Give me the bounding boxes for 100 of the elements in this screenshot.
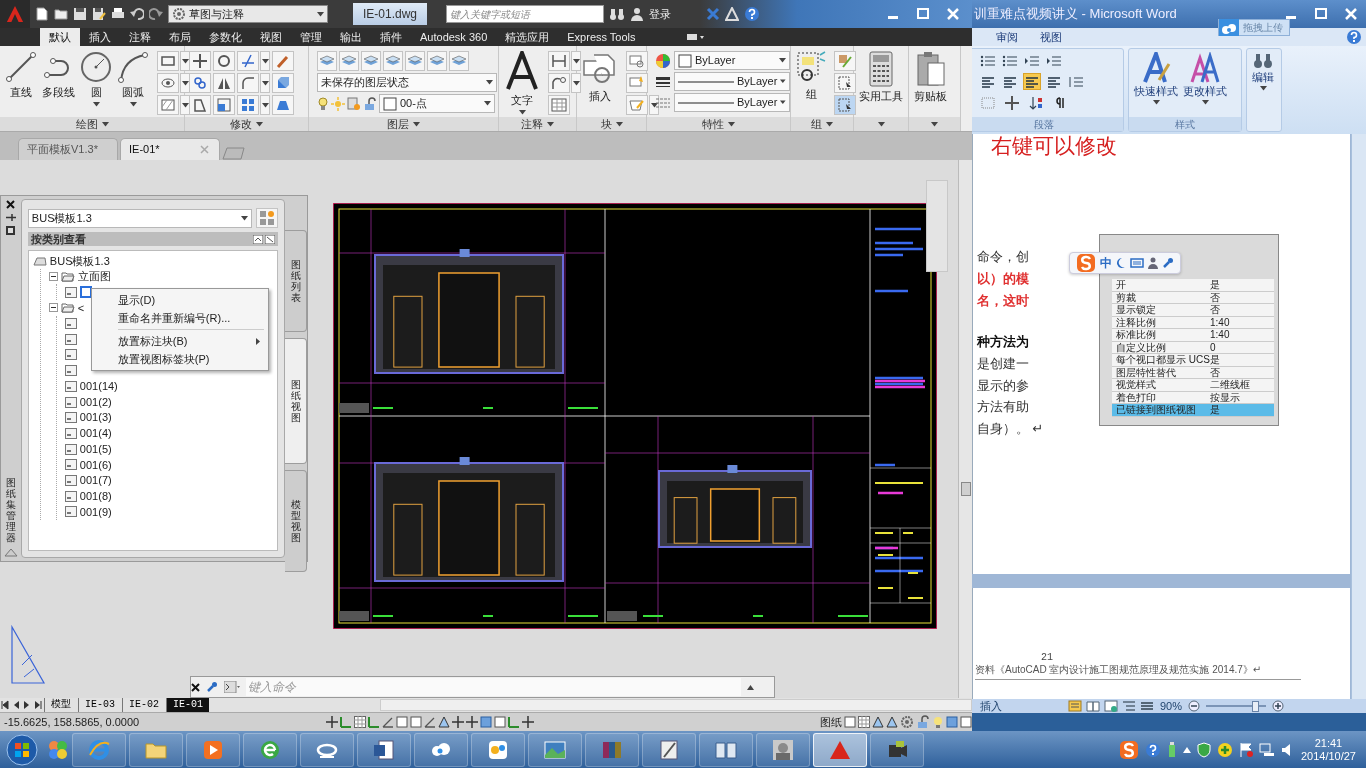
ribbon-tab[interactable]: 视图 [251,28,291,46]
ribbon-tool-button[interactable]: 圆弧 [116,51,150,107]
input-mode[interactable]: 中 [1100,254,1112,272]
layer-state-dropdown[interactable]: 未保存的图层状态 [317,73,497,92]
palette-tab[interactable]: 模型视图 [285,470,307,572]
property-dropdown[interactable]: ByLayer [674,93,790,112]
menu-item[interactable]: 放置视图标签块(P) [91,350,268,368]
space-toggle[interactable]: 图纸 [820,713,842,731]
menu-item[interactable]: 放置标注块(B) [91,332,268,350]
insert-mode[interactable]: 插入 [980,697,1002,713]
text-line: 以）的模 [977,270,1029,288]
ribbon-tool-button[interactable]: 更改样式 [1182,52,1228,114]
tree-item[interactable]: 001(2) [79,393,112,411]
menu-item[interactable]: 重命名并重新编号(R)... [91,309,268,327]
tree-item[interactable]: BUS模板1.3 [49,252,110,270]
text-line: 命令，创 [977,248,1029,266]
panel-title: 注释 [521,116,543,132]
palette-tab[interactable]: 图纸视图 [285,338,307,464]
property-value: 按显示 [1210,391,1240,403]
tree-item[interactable]: 001(9) [79,503,112,521]
panel-title: 组 [811,116,822,132]
layout-tab[interactable]: IE-01 [166,698,210,712]
tree-item[interactable]: 001(7) [79,472,112,489]
text-line: 显示的参 [977,377,1029,395]
zoom-level: 90% [1160,698,1183,713]
property-value: 否 [1210,304,1220,316]
ribbon-tool-button[interactable]: 直线 [4,51,38,101]
ribbon-tab[interactable]: 输出 [331,28,371,46]
ribbon-tab[interactable]: 精选应用 [496,28,559,46]
palette-title: 图纸集管理器 [5,477,16,543]
property-name: 剪裁 [1115,291,1137,303]
workspace-dropdown[interactable]: 草图与注释 [168,5,328,23]
sign-in-link[interactable]: 登录 [649,5,672,23]
ribbon-tab[interactable]: Autodesk 360 [411,28,497,46]
tree-item[interactable]: 001(6) [79,456,112,474]
property-name: 视觉样式 [1115,379,1157,391]
ribbon-tool-button[interactable]: 插入 [581,51,619,105]
ribbon-tab[interactable]: 布局 [160,28,200,46]
ribbon-tool-button[interactable]: 剪贴板 [913,51,948,105]
text-line: 种方法为 [977,333,1029,351]
text-line: 自身）。 ↵ [977,420,1044,438]
tree-item[interactable]: 立面图 [77,268,111,285]
search-field[interactable]: 键入关键字或短语 [446,5,605,23]
palette-tab[interactable]: 图纸列表 [285,230,307,332]
tree-item[interactable]: 001(8) [79,487,112,505]
property-value: 是 [1210,354,1220,366]
group-label: 段落 [972,117,1123,131]
ribbon-tool-button[interactable]: 实用工具 [858,51,904,105]
window-title: 训重难点视频讲义 - Microsoft Word [974,5,1177,24]
ribbon-tab[interactable]: 管理 [291,28,331,46]
ribbon-tab[interactable]: 插件 [371,28,411,46]
tree-item[interactable]: 001(3) [79,409,112,426]
property-name: 图层特性替代 [1115,366,1177,378]
property-name: 显示锁定 [1115,304,1157,316]
property-name: 已链接到图纸视图 [1115,404,1197,416]
page-number: 21 [1041,651,1053,664]
ribbon-tool-button[interactable]: 快速样式 [1133,52,1179,114]
tree-item[interactable]: 001(5) [79,440,112,458]
property-value: 1:40 [1210,329,1230,341]
tree-item[interactable]: < [77,299,85,317]
property-name: 着色打印 [1115,391,1157,403]
ribbon-tool-button[interactable]: 文字 [503,51,541,115]
property-value: 否 [1210,366,1220,378]
command-input[interactable]: 键入命令 [246,678,741,696]
ribbon-tool-button[interactable]: 多段线 [41,51,76,101]
panel-title: 块 [600,116,612,132]
property-dropdown[interactable]: ByLayer [674,72,790,91]
ribbon-tab[interactable]: 默认 [40,28,80,46]
property-dropdown[interactable]: ByLayer [674,51,790,70]
property-name: 自定义比例 [1115,341,1167,353]
footer-text: 资料《AutoCAD 室内设计施工图规范原理及规范实施 2014.7》↵ [975,662,1302,680]
ribbon-tool-button[interactable]: 组 [795,51,827,103]
property-value: 二维线框 [1210,379,1250,391]
clock-time: 21:41 [1314,736,1343,750]
ribbon-tool-button[interactable]: 圆 [79,51,113,107]
clock-date: 2014/10/27 [1300,749,1356,763]
property-value: 1:40 [1210,316,1230,328]
ribbon-tab[interactable]: 参数化 [200,28,251,46]
text-line: 名，这时 [977,292,1029,310]
ribbon-tab[interactable]: 视图 [1036,28,1066,46]
coordinates: -15.6625, 158.5865, 0.0000 [4,714,141,730]
sheet-set-dropdown[interactable]: BUS模板1.3 [27,208,253,228]
menu-item[interactable]: 显示(D) [91,291,268,309]
tree-item[interactable]: 001(4) [79,425,112,442]
file-tab[interactable]: 平面模板V1.3* [18,138,118,160]
property-value: 是 [1210,404,1220,416]
ribbon-tab[interactable]: 审阅 [992,28,1022,46]
view-label: 按类别查看 [30,231,86,247]
panel-title: 特性 [702,116,724,132]
property-value: 是 [1210,279,1220,291]
ribbon-tab[interactable]: 注释 [120,28,160,46]
property-value: 否 [1210,291,1220,303]
file-tab[interactable]: IE-01* [120,138,220,160]
ribbon-tab[interactable]: 插入 [80,28,120,46]
property-name: 每个视口都显示 UCS [1115,354,1210,366]
panel-title: 绘图 [75,116,98,132]
layer-dropdown[interactable]: 00-点 [379,94,495,113]
tree-item[interactable]: 001(14) [79,378,118,395]
ribbon-tab[interactable]: Express Tools [558,28,645,46]
text-line: 是创建一 [977,355,1029,373]
